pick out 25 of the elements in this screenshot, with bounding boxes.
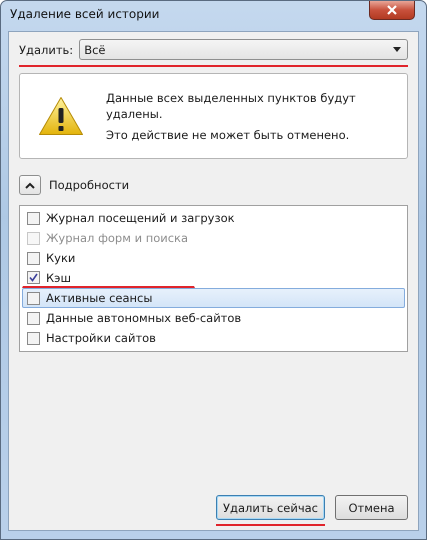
list-item[interactable]: Журнал посещений и загрузок — [22, 208, 405, 228]
chevron-icon — [25, 182, 35, 188]
checkbox[interactable] — [27, 271, 40, 284]
range-dropdown[interactable]: Всё — [79, 39, 408, 60]
default-button[interactable]: Удалить сейчас — [216, 495, 325, 520]
close-icon — [386, 5, 398, 15]
details-label: Подробности — [49, 178, 130, 192]
checkbox[interactable] — [27, 292, 40, 304]
checkbox[interactable] — [27, 252, 40, 264]
list-item[interactable]: Активные сеансы — [22, 288, 405, 308]
window-title: Удаление всей истории — [10, 7, 160, 21]
checkbox[interactable] — [27, 332, 40, 344]
details-toggle[interactable] — [19, 175, 41, 195]
list-item[interactable]: Куки — [22, 248, 405, 268]
dropdown-arrow-icon — [393, 47, 401, 52]
warning-text: Это действие не может быть отменено. — [106, 126, 350, 142]
checkbox[interactable] — [27, 312, 40, 324]
checkbox[interactable] — [27, 212, 40, 224]
dialog-button[interactable]: Отмена — [335, 495, 408, 520]
warning-icon — [38, 96, 84, 136]
warning-text: Данные всех выделенных пунктов будут удалены. — [106, 90, 357, 122]
range-label: Удалить: — [19, 42, 74, 56]
close-button[interactable] — [369, 1, 415, 20]
list-item[interactable]: Настройки сайтов — [22, 328, 405, 348]
list-item[interactable]: Данные автономных веб-сайтов — [22, 308, 405, 328]
